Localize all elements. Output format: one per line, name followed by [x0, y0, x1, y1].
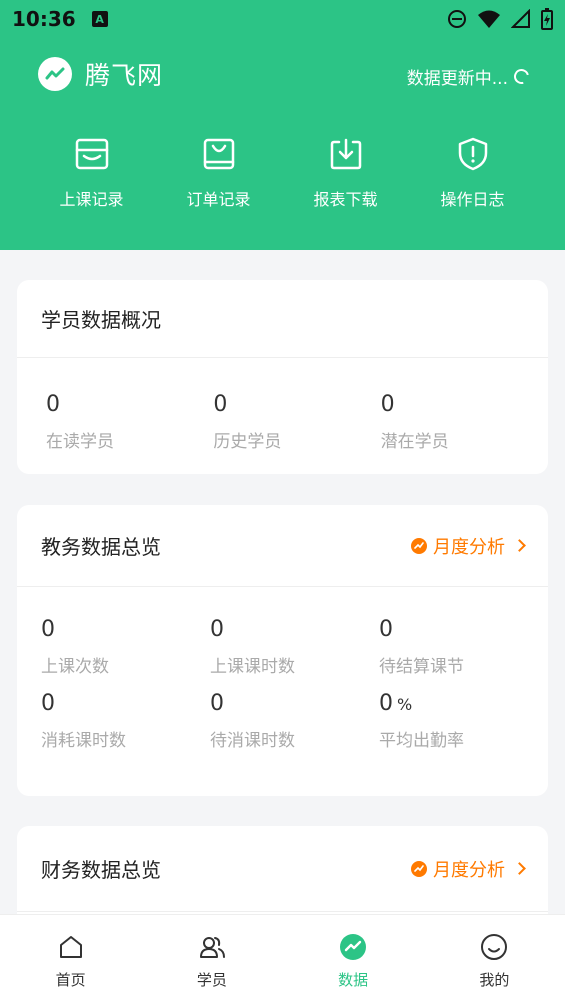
stat-value: 0	[46, 392, 60, 417]
battery-icon	[541, 8, 553, 30]
quick-action-label: 订单记录	[186, 190, 251, 209]
stat-label: 消耗课时数	[41, 731, 126, 751]
stat-value: 0	[41, 617, 55, 642]
shield-icon	[458, 137, 487, 171]
tab-data[interactable]: 数据	[283, 915, 424, 1004]
chart-icon	[340, 934, 367, 960]
header: 腾飞网 数据更新中... 上课记录 订单记录 报表下载 操作日志	[0, 38, 565, 250]
quick-action-report-download[interactable]: 报表下载	[282, 136, 409, 210]
quick-action-label: 操作日志	[440, 190, 505, 209]
stat-label: 待消课时数	[210, 731, 295, 751]
status-bar: 10:36 A	[0, 0, 565, 38]
status-time: 10:36	[12, 7, 76, 31]
brand-logo-icon	[38, 57, 72, 91]
stat-value: 0	[379, 617, 393, 642]
wifi-icon	[478, 10, 500, 28]
stat-unit: %	[397, 695, 413, 714]
academic-stats: 0 上课次数 0 上课课时数 0 待结算课节 0 消耗课时数 0 待消课时数 0…	[17, 587, 548, 771]
stat-value-number: 0	[379, 691, 393, 716]
brand-name: 腾飞网	[85, 61, 164, 90]
smiley-icon	[481, 934, 508, 960]
monthly-analysis-label: 月度分析	[433, 859, 505, 881]
stat-attendance-rate[interactable]: 0% 平均出勤率	[379, 679, 548, 771]
sync-spinner-icon	[511, 66, 532, 87]
stat-label: 待结算课节	[379, 657, 464, 677]
chevron-right-icon	[513, 539, 526, 552]
stat-value: 0	[210, 691, 224, 716]
inbox-icon	[75, 138, 108, 170]
stat-value: 0	[380, 392, 395, 417]
stat-value: 0	[213, 392, 228, 417]
tab-label: 数据	[338, 971, 369, 989]
stat-label: 上课次数	[41, 657, 109, 677]
monthly-analysis-label: 月度分析	[433, 536, 505, 558]
stat-active-students[interactable]: 0 在读学员	[46, 358, 213, 452]
quick-action-operation-log[interactable]: 操作日志	[409, 136, 536, 210]
card-title: 财务数据总览	[41, 858, 161, 882]
card-title: 教务数据总览	[41, 535, 161, 559]
brand: 腾飞网	[38, 56, 163, 92]
bag-icon	[203, 138, 234, 170]
notification-a-icon: A	[91, 11, 108, 27]
quick-action-class-records[interactable]: 上课记录	[28, 136, 155, 210]
stat-label: 潜在学员	[380, 432, 449, 452]
student-overview-card: 学员数据概况 0 在读学员 0 历史学员 0 潜在学员	[17, 280, 548, 474]
dnd-icon	[448, 10, 466, 28]
tab-label: 首页	[55, 971, 86, 989]
chevron-right-icon	[513, 862, 526, 875]
signal-icon	[511, 9, 530, 28]
quick-action-label: 报表下载	[313, 190, 378, 209]
status-icons	[447, 8, 553, 30]
quick-actions: 上课记录 订单记录 报表下载 操作日志	[0, 136, 565, 210]
card-title: 学员数据概况	[41, 308, 161, 332]
bottom-tab-bar: 首页 学员 数据 我的	[0, 914, 565, 1004]
trend-icon	[411, 860, 427, 877]
academic-overview-card: 教务数据总览 月度分析 0 上课次数 0 上课课时数 0 待结算课节 0 消耗课…	[17, 505, 548, 796]
download-icon	[330, 138, 361, 170]
stat-label: 在读学员	[46, 432, 114, 452]
stat-history-students[interactable]: 0 历史学员	[213, 358, 380, 452]
stat-value: 0	[210, 617, 224, 642]
tab-label: 学员	[196, 971, 227, 989]
tab-mine[interactable]: 我的	[424, 915, 565, 1004]
student-stats: 0 在读学员 0 历史学员 0 潜在学员	[17, 358, 548, 452]
quick-action-order-records[interactable]: 订单记录	[155, 136, 282, 210]
stat-class-count[interactable]: 0 上课次数	[41, 587, 210, 679]
sync-status[interactable]: 数据更新中...	[406, 64, 532, 89]
home-icon	[59, 936, 82, 958]
users-icon	[199, 937, 225, 958]
monthly-analysis-link[interactable]: 月度分析	[411, 533, 526, 559]
stat-value: 0%	[379, 691, 548, 716]
stat-label: 上课课时数	[210, 657, 295, 677]
tab-students[interactable]: 学员	[141, 915, 282, 1004]
stat-pending-hours[interactable]: 0 待消课时数	[210, 679, 379, 771]
card-header: 财务数据总览 月度分析	[17, 826, 548, 912]
tab-home[interactable]: 首页	[0, 915, 141, 1004]
card-header: 学员数据概况	[17, 280, 548, 358]
stat-consumed-hours[interactable]: 0 消耗课时数	[41, 679, 210, 771]
stat-class-hours[interactable]: 0 上课课时数	[210, 587, 379, 679]
trend-icon	[411, 537, 427, 554]
sync-text: 数据更新中...	[406, 69, 508, 89]
stat-label: 历史学员	[213, 432, 282, 452]
monthly-analysis-link[interactable]: 月度分析	[411, 856, 526, 882]
stat-value: 0	[41, 691, 55, 716]
tab-label: 我的	[479, 971, 510, 989]
stat-potential-students[interactable]: 0 潜在学员	[380, 358, 548, 452]
stat-pending-settlement[interactable]: 0 待结算课节	[379, 587, 548, 679]
stat-label: 平均出勤率	[379, 731, 464, 751]
quick-action-label: 上课记录	[59, 190, 124, 209]
card-header: 教务数据总览 月度分析	[17, 505, 548, 587]
